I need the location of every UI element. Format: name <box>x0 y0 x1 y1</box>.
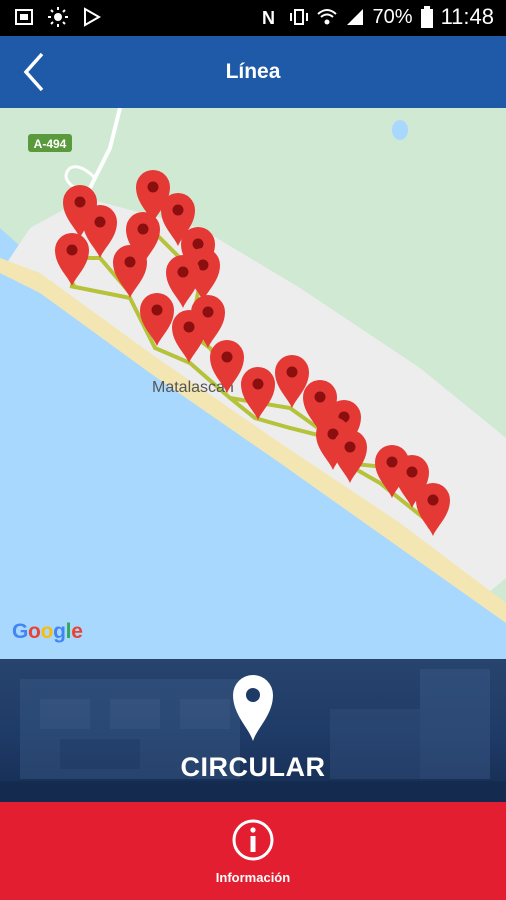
map-canvas[interactable]: A-494 Matalascañ <box>0 108 506 659</box>
svg-text:N: N <box>262 8 275 27</box>
location-pin-icon <box>233 675 273 741</box>
brightness-icon <box>48 7 68 27</box>
screenshot-icon <box>15 9 33 25</box>
pond <box>392 120 408 140</box>
google-attribution: Google <box>12 620 83 643</box>
info-label: Información <box>215 870 291 885</box>
nfc-icon: N <box>262 8 275 27</box>
play-store-icon <box>84 7 102 27</box>
status-bar: N 70% 11:48 <box>0 0 506 36</box>
line-type-banner[interactable]: CIRCULAR <box>0 659 506 802</box>
road-label: A-494 <box>34 137 67 151</box>
road-shield: A-494 <box>28 134 72 152</box>
battery-icon <box>420 6 433 28</box>
clock: 11:48 <box>440 4 494 29</box>
line-type-label: CIRCULAR <box>180 752 326 782</box>
info-button[interactable]: Información <box>0 802 506 900</box>
vibrate-icon <box>289 9 308 25</box>
page-title: Línea <box>225 60 281 83</box>
info-icon <box>232 819 274 861</box>
wifi-icon <box>316 9 337 25</box>
app-bar: Línea <box>0 36 506 108</box>
signal-icon <box>346 9 363 25</box>
map-view[interactable]: A-494 Matalascañ Google <box>0 108 506 659</box>
battery-percent: 70% <box>372 5 413 28</box>
